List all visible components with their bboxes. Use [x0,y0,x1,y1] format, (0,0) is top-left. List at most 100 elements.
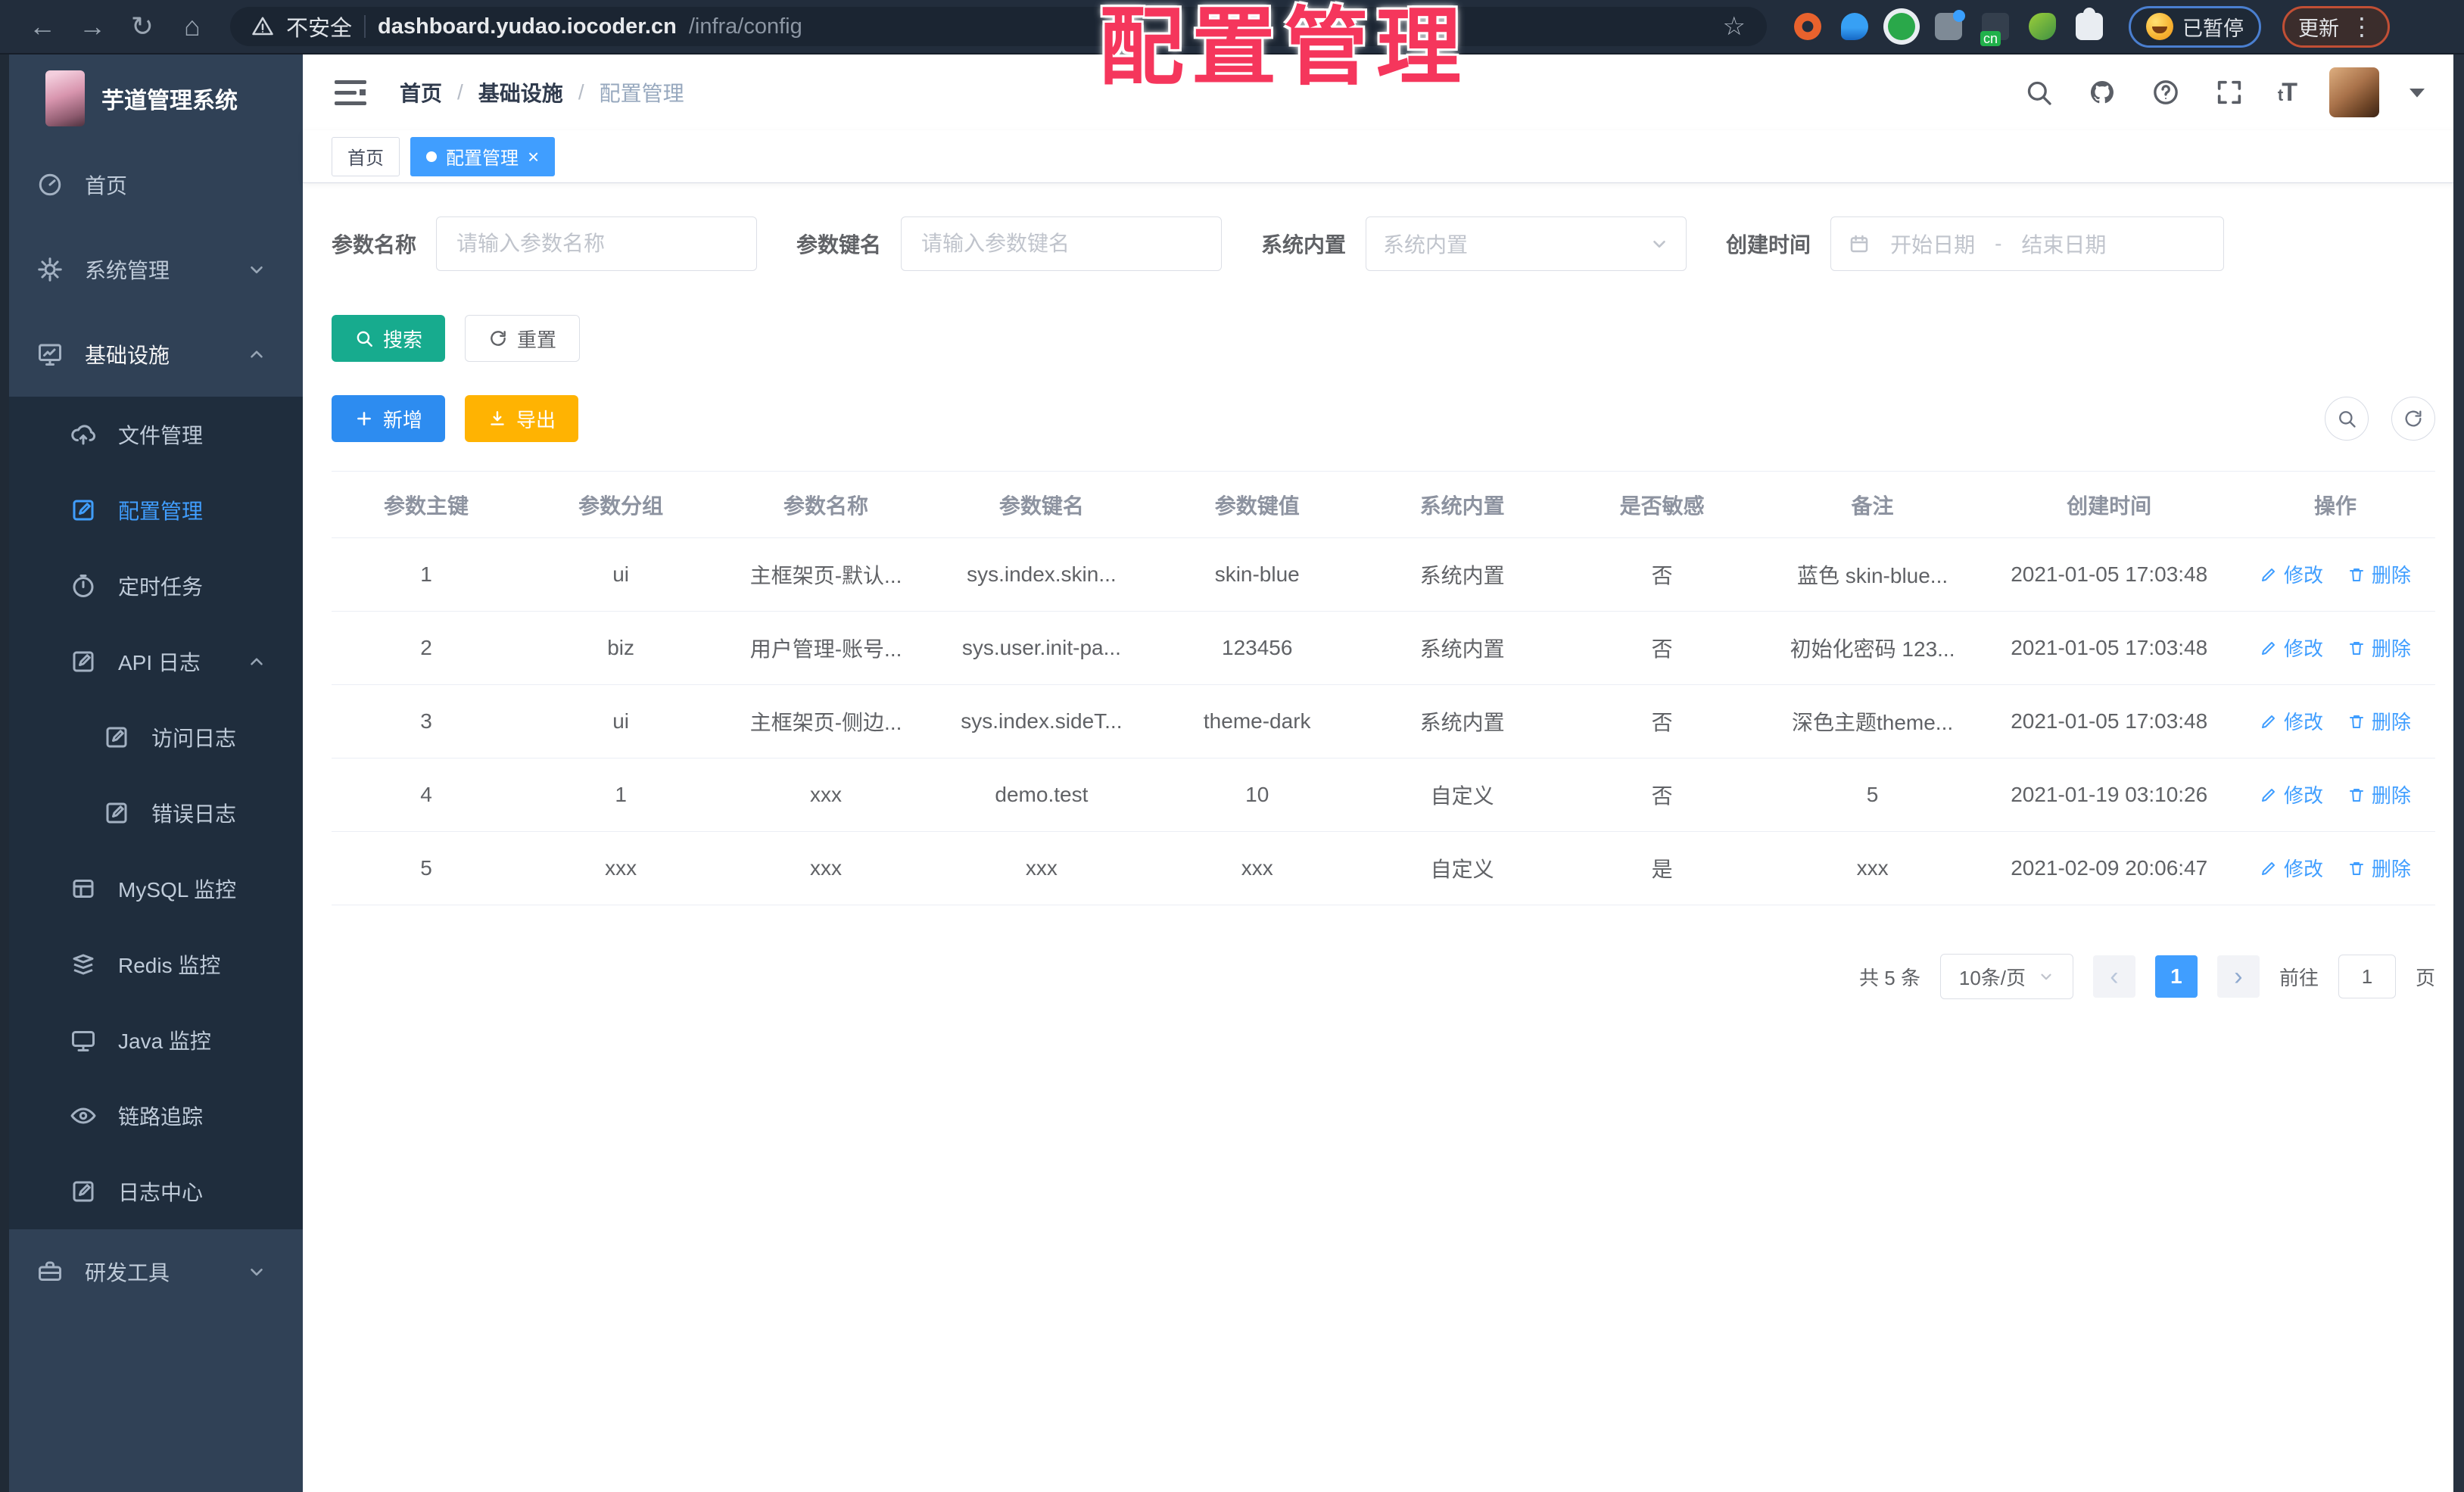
back-icon[interactable]: ← [20,0,65,54]
extension-icon[interactable] [1888,13,1915,40]
sidebar-item-label: Redis 监控 [118,954,221,977]
sidebar-item-infra[interactable]: 基础设施 [0,312,303,397]
page-size-select[interactable]: 10条/页 [1939,954,2073,999]
sidebar-item-redis-monitor[interactable]: Redis 监控 [0,927,303,1002]
cell-type: 系统内置 [1362,611,1562,685]
chevron-down-icon [2038,968,2054,985]
cell-remark: 初始化密码 123... [1762,611,1983,685]
sidebar-item-system[interactable]: 系统管理 [0,227,303,312]
trash-icon [2347,786,2366,804]
cell-value: 123456 [1151,611,1363,685]
close-icon[interactable]: × [528,147,539,167]
export-button[interactable]: 导出 [465,395,579,442]
url-path[interactable]: /infra/config [689,14,802,39]
breadcrumb: 首页 / 基础设施 / 配置管理 [400,77,684,107]
cell-id: 1 [332,537,522,612]
col-header: 参数名称 [721,471,931,538]
sidebar-item-cron-job[interactable]: 定时任务 [0,548,303,624]
extension-icon[interactable] [1794,13,1821,40]
font-size-icon[interactable]: tT [2278,78,2297,107]
sidebar-collapse-icon[interactable] [335,79,366,105]
address-bar[interactable]: 不安全 dashboard.yudao.iocoder.cn /infra/co… [230,7,1767,46]
search-button[interactable]: 搜索 [332,315,446,362]
edit-link[interactable]: 修改 [2260,780,2323,808]
help-icon[interactable] [2151,77,2181,107]
url-host[interactable]: dashboard.yudao.iocoder.cn [378,14,677,39]
sidebar-item-api-log[interactable]: API 日志 [0,624,303,699]
prev-page-button[interactable]: ‹ [2092,955,2135,998]
tag-config-active[interactable]: 配置管理 × [410,136,556,176]
button-label: 导出 [516,408,556,431]
cell-sensitive: 否 [1562,537,1762,612]
search-icon[interactable] [2023,77,2054,107]
extension-icon[interactable] [1935,10,1965,40]
edit-label: 修改 [2284,711,2324,734]
user-avatar[interactable] [2329,67,2379,117]
sidebar-item-home[interactable]: 首页 [0,142,303,227]
button-label: 新增 [383,408,423,431]
current-page[interactable]: 1 [2154,955,2198,998]
delete-link[interactable]: 删除 [2347,634,2411,662]
cell-type: 系统内置 [1362,537,1562,612]
sidebar-item-access-log[interactable]: 访问日志 [0,699,303,775]
extension-cn-icon[interactable] [1980,13,2009,46]
delete-label: 删除 [2371,858,2411,881]
delete-link[interactable]: 删除 [2347,854,2411,882]
caret-down-icon[interactable] [2402,77,2432,107]
forward-icon[interactable]: → [70,0,115,54]
date-range-picker[interactable]: 开始日期 - 结束日期 [1830,216,2225,271]
sidebar-item-trace[interactable]: 链路追踪 [0,1078,303,1154]
extension-pin-icon[interactable] [1841,13,1868,40]
sidebar-item-error-log[interactable]: 错误日志 [0,775,303,851]
total-count: 共 5 条 [1859,966,1920,989]
edit-link[interactable]: 修改 [2260,634,2323,662]
sidebar-item-config-manage[interactable]: 配置管理 [0,472,303,548]
delete-link[interactable]: 删除 [2347,707,2411,735]
github-icon[interactable] [2087,77,2117,107]
cell-value: xxx [1151,831,1363,905]
goto-page-input[interactable] [2338,955,2396,998]
cloud-upload-icon [70,421,97,448]
tag-home[interactable]: 首页 [332,136,400,176]
delete-link[interactable]: 删除 [2347,560,2411,588]
next-page-button[interactable]: › [2216,955,2260,998]
filter-label: 参数名称 [332,233,417,257]
paused-badge[interactable]: 已暂停 [2129,5,2261,48]
sidebar-item-mysql-monitor[interactable]: MySQL 监控 [0,851,303,927]
sidebar-item-label: 日志中心 [118,1181,204,1204]
builtin-type-select[interactable]: 系统内置 [1366,216,1687,271]
delete-link[interactable]: 删除 [2347,780,2411,808]
sidebar-logo[interactable]: 芋道管理系统 [0,55,303,142]
sidebar-item-log-center[interactable]: 日志中心 [0,1154,303,1229]
edit-link[interactable]: 修改 [2260,707,2323,735]
breadcrumb-infra[interactable]: 基础设施 [478,77,563,107]
sidebar-submenu-infra: 文件管理 配置管理 定时任务 API 日志 访问日志 错误日志 MySQL 监控… [0,397,303,1229]
cell-id: 2 [332,611,522,685]
sidebar-item-label: 研发工具 [85,1261,170,1285]
bookmark-star-icon[interactable]: ☆ [1723,11,1746,42]
col-header: 创建时间 [1983,471,2235,538]
home-icon[interactable]: ⌂ [170,0,215,54]
edit-link[interactable]: 修改 [2260,854,2323,882]
menu-dots-icon[interactable]: ⋮ [2350,12,2374,41]
sidebar-item-dev-tools[interactable]: 研发工具 [0,1229,303,1314]
reload-icon[interactable]: ↻ [120,0,165,54]
extensions-puzzle-icon[interactable] [2076,8,2103,40]
security-label[interactable]: 不安全 [286,11,352,42]
filter-key: 参数键名 [796,216,1223,271]
refresh-table-button[interactable] [2391,397,2435,441]
extension-icon[interactable] [2029,13,2056,40]
cell-id: 3 [332,684,522,758]
cell-created: 2021-01-05 17:03:48 [1983,537,2235,612]
param-key-input[interactable] [901,216,1223,271]
edit-link[interactable]: 修改 [2260,560,2323,588]
param-name-input[interactable] [436,216,758,271]
browser-update-button[interactable]: 更新 ⋮ [2282,5,2390,48]
sidebar-item-java-monitor[interactable]: Java 监控 [0,1002,303,1078]
sidebar-item-file-manage[interactable]: 文件管理 [0,397,303,472]
breadcrumb-home[interactable]: 首页 [400,77,442,107]
fullscreen-icon[interactable] [2214,77,2244,107]
toggle-search-button[interactable] [2325,397,2369,441]
reset-button[interactable]: 重置 [465,315,581,362]
add-button[interactable]: 新增 [332,395,446,442]
